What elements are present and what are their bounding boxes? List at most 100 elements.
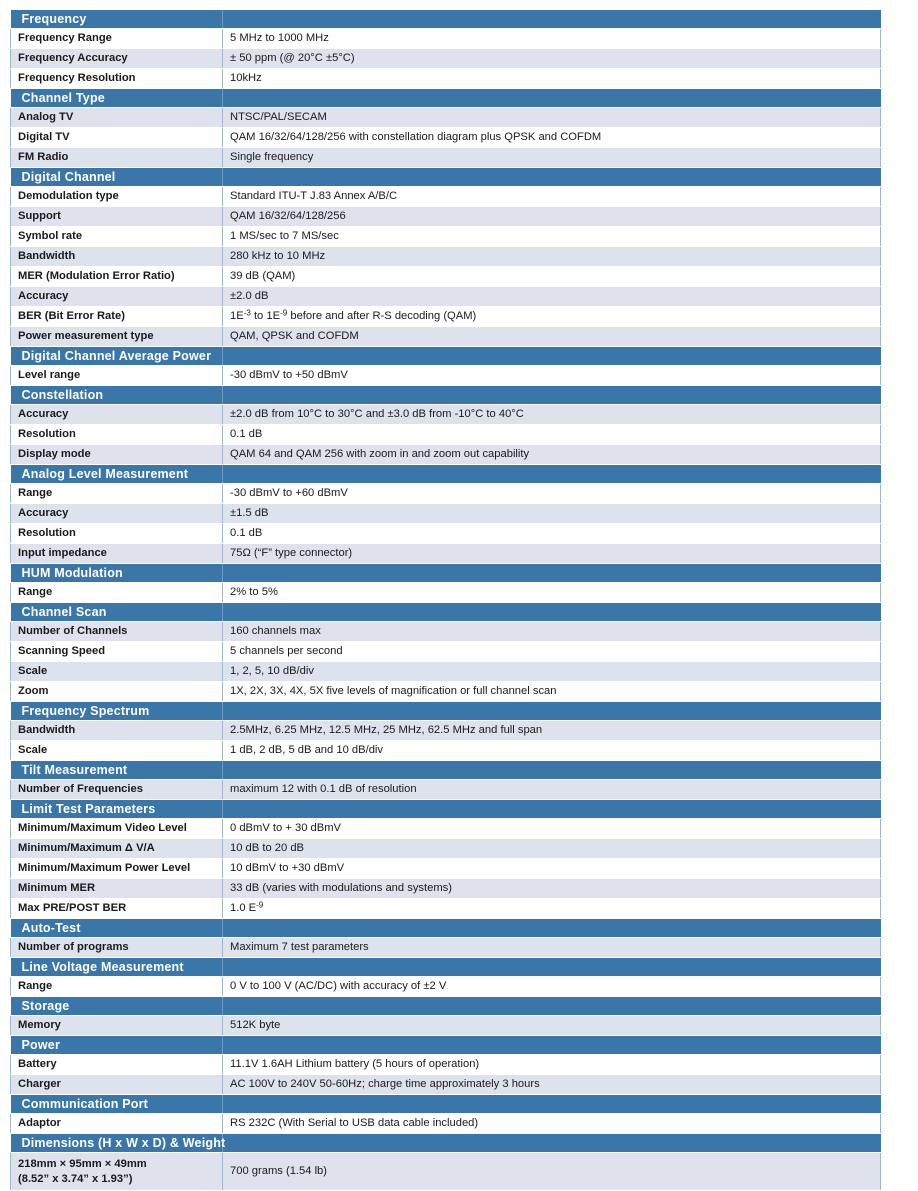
spec-value-text: maximum 12 with 0.1 dB of resolution: [230, 783, 417, 795]
section-header-filler: [222, 957, 881, 977]
spec-row: Bandwidth 2.5MHz, 6.25 MHz, 12.5 MHz, 25 …: [10, 720, 881, 741]
section-header-row: Digital Channel: [10, 167, 881, 187]
spec-row: 218mm × 95mm × 49mm (8.52” x 3.74” x 1.93…: [10, 1152, 881, 1191]
spec-label-cell: Digital TV: [10, 127, 223, 148]
section-title-text: HUM Modulation: [21, 566, 123, 580]
spec-value-cell: maximum 12 with 0.1 dB of resolution: [222, 779, 881, 800]
spec-label-cell: Resolution: [10, 424, 223, 445]
spec-label-text: Max PRE/POST BER: [18, 902, 127, 914]
spec-value-text: 0 dBmV to + 30 dBmV: [230, 822, 342, 834]
spec-label-text: MER (Modulation Error Ratio): [18, 270, 175, 282]
spec-label-text: Bandwidth: [18, 724, 76, 736]
spec-value-text: 160 channels max: [230, 625, 321, 637]
spec-value-text: 1E-3 to 1E-9 before and after R-S decodi…: [230, 308, 477, 322]
section-header-row: Frequency Spectrum: [10, 701, 881, 721]
spec-row: Frequency Accuracy ± 50 ppm (@ 20°C ±5°C): [10, 48, 881, 69]
spec-value-cell: Maximum 7 test parameters: [222, 937, 881, 958]
spec-label-cell: Frequency Resolution: [10, 68, 223, 89]
spec-value-text: Maximum 7 test parameters: [230, 941, 369, 953]
spec-row: Adaptor RS 232C (With Serial to USB data …: [10, 1113, 881, 1134]
spec-label-cell: Symbol rate: [10, 226, 223, 247]
section-title-text: Storage: [21, 999, 70, 1013]
spec-row: Max PRE/POST BER 1.0 E-9: [10, 898, 881, 919]
spec-value-text: 33 dB (varies with modulations and syste…: [230, 882, 452, 894]
section-header-row: Limit Test Parameters: [10, 799, 881, 819]
spec-label-cell: BER (Bit Error Rate): [10, 306, 223, 327]
spec-row: Support QAM 16/32/64/128/256: [10, 206, 881, 227]
section-header-filler: [222, 346, 881, 366]
spec-label-text: Minimum/Maximum Δ V/A: [18, 842, 155, 854]
spec-value-text: 700 grams (1.54 lb): [230, 1165, 328, 1177]
section-header-row: Channel Scan: [10, 602, 881, 622]
spec-label-cell: Max PRE/POST BER: [10, 898, 223, 919]
spec-label-cell: MER (Modulation Error Ratio): [10, 266, 223, 287]
section-header-filler: [222, 602, 881, 622]
section-header-filler: [222, 701, 881, 721]
section-header-row: Channel Type: [10, 88, 881, 108]
spec-label-cell: FM Radio: [10, 147, 223, 168]
spec-label-text: Accuracy: [18, 408, 69, 420]
spec-value-text: -30 dBmV to +50 dBmV: [230, 369, 348, 381]
section-title-text: Limit Test Parameters: [21, 802, 156, 816]
spec-label-text: FM Radio: [18, 151, 69, 163]
spec-label-text: Range: [18, 487, 53, 499]
spec-row: MER (Modulation Error Ratio) 39 dB (QAM): [10, 266, 881, 287]
section-header-channel-scan: Channel Scan: [10, 602, 223, 622]
section-title-text: Frequency Spectrum: [21, 704, 150, 718]
section-header-auto-test: Auto-Test: [10, 918, 223, 938]
section-title-text: Constellation: [21, 388, 104, 402]
spec-label-cell: Frequency Accuracy: [10, 48, 223, 69]
section-title-text: Auto-Test: [21, 921, 81, 935]
spec-value-cell: QAM 16/32/64/128/256: [222, 206, 881, 227]
spec-value-cell: 1 dB, 2 dB, 5 dB and 10 dB/div: [222, 740, 881, 761]
spec-row: Scale 1, 2, 5, 10 dB/div: [10, 661, 881, 682]
spec-row: Power measurement type QAM, QPSK and COFD…: [10, 326, 881, 347]
spec-row: Number of programs Maximum 7 test paramet…: [10, 937, 881, 958]
spec-row: Frequency Resolution 10kHz: [10, 68, 881, 89]
spec-value-cell: 10 dB to 20 dB: [222, 838, 881, 859]
spec-value-text: NTSC/PAL/SECAM: [230, 111, 327, 123]
spec-value-text: 10 dB to 20 dB: [230, 842, 305, 854]
spec-value-cell: 1, 2, 5, 10 dB/div: [222, 661, 881, 682]
spec-row: Scale 1 dB, 2 dB, 5 dB and 10 dB/div: [10, 740, 881, 761]
spec-value-text: ±2.0 dB from 10°C to 30°C and ±3.0 dB fr…: [230, 408, 524, 420]
spec-value-text: 1.0 E-9: [230, 900, 264, 914]
spec-label-cell: 218mm × 95mm × 49mm (8.52” x 3.74” x 1.93…: [10, 1152, 223, 1191]
spec-row: Range 0 V to 100 V (AC/DC) with accuracy …: [10, 976, 881, 997]
spec-value-text: AC 100V to 240V 50-60Hz; charge time app…: [230, 1078, 540, 1090]
section-title-text: Frequency: [21, 12, 87, 26]
spec-label-cell: Bandwidth: [10, 720, 223, 741]
spec-value-cell: 160 channels max: [222, 621, 881, 642]
spec-value-cell: 280 kHz to 10 MHz: [222, 246, 881, 267]
spec-label-text: Symbol rate: [18, 230, 83, 242]
section-header-filler: [222, 760, 881, 780]
spec-value-cell: NTSC/PAL/SECAM: [222, 107, 881, 128]
spec-value-cell: -30 dBmV to +50 dBmV: [222, 365, 881, 386]
section-title-text: Tilt Measurement: [21, 763, 128, 777]
spec-value-text: 10kHz: [230, 72, 262, 84]
spec-value-text: QAM 16/32/64/128/256 with constellation …: [230, 131, 602, 143]
spec-label-cell: Range: [10, 582, 223, 603]
section-title-text: Line Voltage Measurement: [21, 960, 184, 974]
spec-value-text: 5 channels per second: [230, 645, 343, 657]
section-title-text: Power: [21, 1038, 61, 1052]
spec-label-text: Minimum/Maximum Power Level: [18, 862, 191, 874]
spec-label-cell: Frequency Range: [10, 28, 223, 49]
section-header-dimensions-h-x-w-x-d-weight: Dimensions (H x W x D) & Weight: [10, 1133, 225, 1153]
spec-label-text: Frequency Accuracy: [18, 52, 128, 64]
spec-value-cell: QAM 64 and QAM 256 with zoom in and zoom…: [222, 444, 881, 465]
spec-value-text: 2% to 5%: [230, 586, 278, 598]
spec-value-cell: RS 232C (With Serial to USB data cable i…: [222, 1113, 881, 1134]
section-header-analog-level-measurement: Analog Level Measurement: [10, 464, 223, 484]
spec-label-cell: Zoom: [10, 681, 223, 702]
spec-row: Demodulation type Standard ITU-T J.83 Ann…: [10, 186, 881, 207]
section-header-row: Storage: [10, 996, 881, 1016]
spec-value-text: 39 dB (QAM): [230, 270, 296, 282]
spec-label-cell: Minimum MER: [10, 878, 223, 899]
section-header-row: Communication Port: [10, 1094, 881, 1114]
spec-value-text: 1 MS/sec to 7 MS/sec: [230, 230, 339, 242]
spec-label-text: Memory: [18, 1019, 61, 1031]
spec-label-cell: Minimum/Maximum Video Level: [10, 818, 223, 839]
spec-label-cell: Minimum/Maximum Power Level: [10, 858, 223, 879]
spec-label-text: Minimum/Maximum Video Level: [18, 822, 187, 834]
